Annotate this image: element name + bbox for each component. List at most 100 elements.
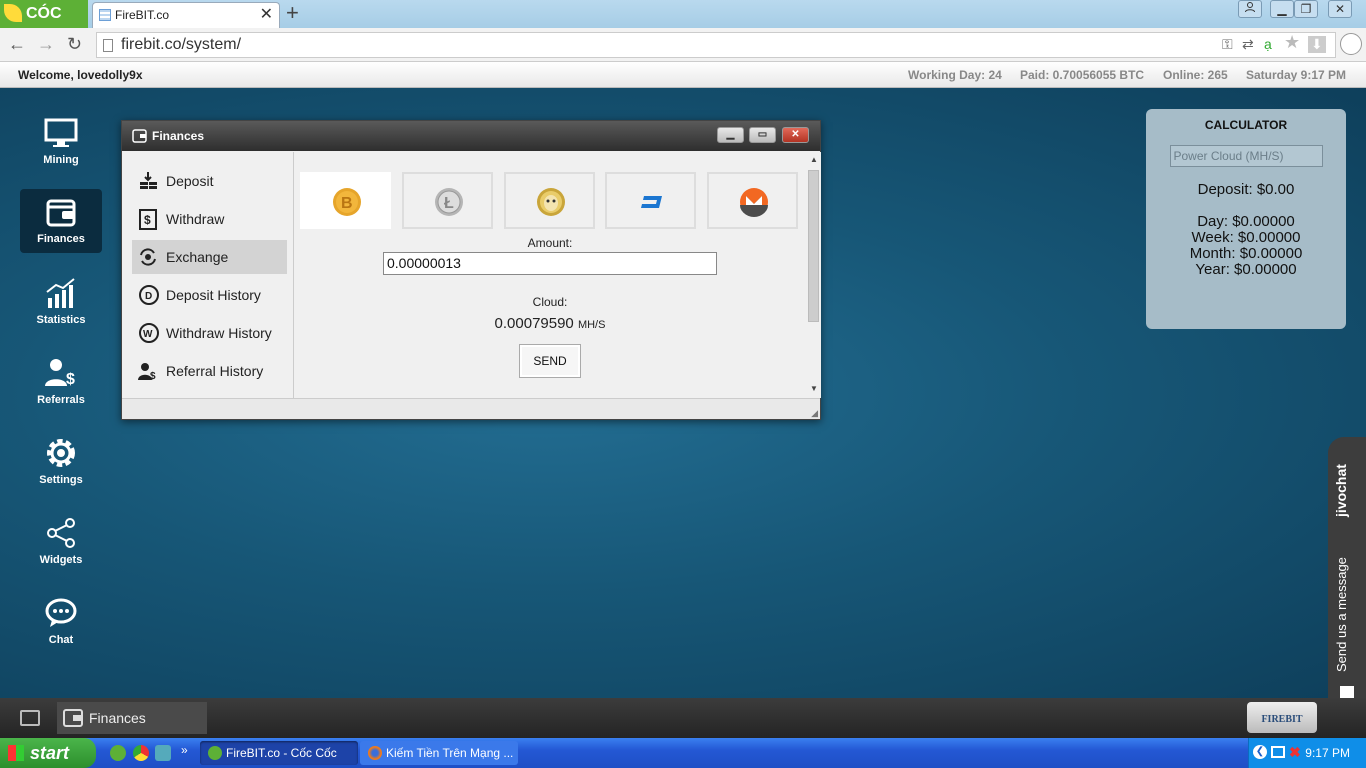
window-maximize-icon[interactable]: ▭: [749, 127, 776, 143]
coccoc-task-icon: [208, 746, 222, 760]
amount-input[interactable]: 0.00000013: [383, 252, 717, 275]
referral-user-icon: $: [45, 359, 75, 388]
send-button[interactable]: SEND: [520, 345, 580, 377]
start-label: start: [30, 743, 70, 763]
sidebar-item-widgets[interactable]: Widgets: [20, 510, 102, 574]
chevron-right-icon[interactable]: »: [181, 743, 188, 757]
os-task-coccoc[interactable]: FireBIT.co - Cốc Cốc: [200, 741, 358, 765]
datetime: Saturday 9:17 PM: [1246, 68, 1347, 82]
coin-monero[interactable]: [707, 172, 798, 229]
volume-muted-icon[interactable]: ✖: [1289, 744, 1301, 760]
firebit-logo[interactable]: FIREBIT: [1247, 702, 1317, 733]
site-taskbar: Finances FIREBIT: [0, 698, 1366, 738]
svg-text:$: $: [66, 371, 75, 388]
dictionary-icon[interactable]: ạ: [1264, 36, 1272, 52]
sidebar-item-statistics[interactable]: Statistics: [20, 270, 102, 334]
tab-close-icon[interactable]: ✕: [260, 3, 273, 27]
forward-arrow-icon[interactable]: →: [37, 34, 55, 55]
messenger-quicklaunch-icon[interactable]: [155, 745, 171, 761]
svg-text:$: $: [144, 213, 151, 227]
account-circle-icon[interactable]: [1340, 33, 1362, 55]
calculator-month: Month: $0.00000: [1189, 245, 1303, 262]
restore-window-icon[interactable]: ❐: [1294, 0, 1318, 18]
close-window-icon[interactable]: ✕: [1328, 0, 1352, 18]
scroll-thumb[interactable]: [808, 170, 819, 322]
coin-dash[interactable]: [605, 172, 696, 229]
translate-icon[interactable]: ⇄: [1242, 36, 1254, 53]
finances-scrollbar[interactable]: ▲ ▼: [806, 152, 821, 398]
reload-icon[interactable]: ↻: [67, 34, 82, 55]
taskbar-finances-label: Finances: [89, 710, 146, 726]
profile-icon[interactable]: [1238, 0, 1262, 18]
coins-stack-icon: [140, 172, 157, 189]
dash-icon: [641, 196, 662, 208]
menu-label-withdraw: Withdraw: [166, 211, 225, 227]
minimize-window-icon[interactable]: ▁: [1270, 0, 1294, 18]
window-minimize-icon[interactable]: ▁: [717, 127, 744, 143]
power-cloud-input[interactable]: [1169, 145, 1323, 167]
address-bar: ← → ↻ firebit.co/system/ ⚿ ⇄ ạ ★ ⬇: [0, 28, 1366, 62]
cloud-value: 0.00079590 MH/S: [295, 315, 805, 332]
firefox-task-icon: [368, 746, 382, 760]
jivochat-brand: jivochat: [1333, 464, 1349, 517]
browser-tabbar: CÓC CÓC FireBIT.co ✕ + ▁ ❐ ✕: [0, 0, 1366, 50]
sidebar-item-settings[interactable]: Settings: [20, 430, 102, 494]
browser-tab[interactable]: FireBIT.co ✕: [92, 2, 280, 28]
os-task-label-firefox: Kiếm Tiền Trên Mạng ...: [386, 746, 514, 760]
resize-grip-icon[interactable]: ◢: [811, 408, 818, 419]
coin-bitcoin[interactable]: B: [300, 172, 391, 229]
paid-amount: Paid: 0.70056055 BTC: [1020, 68, 1145, 82]
menu-label-deposit: Deposit: [166, 173, 214, 189]
svg-text:D: D: [145, 291, 152, 302]
sidebar-item-finances[interactable]: Finances: [20, 189, 102, 253]
chart-icon: [46, 278, 75, 308]
wallet-icon: [46, 199, 76, 227]
sidebar-item-chat[interactable]: Chat: [20, 590, 102, 654]
key-icon[interactable]: ⚿: [1222, 36, 1233, 53]
working-day: Working Day: 24: [908, 68, 1002, 82]
menu-item-referral-history[interactable]: $ Referral History: [132, 354, 287, 388]
welcome-text: Welcome, lovedolly9x: [18, 68, 143, 82]
os-task-firefox[interactable]: Kiếm Tiền Trên Mạng ...: [360, 741, 518, 765]
back-arrow-icon[interactable]: ←: [8, 34, 26, 55]
window-close-icon[interactable]: ✕: [782, 127, 809, 143]
svg-text:W: W: [143, 329, 153, 340]
taskbar-finances[interactable]: Finances: [57, 702, 207, 734]
menu-item-withdraw-history[interactable]: W Withdraw History: [132, 316, 287, 350]
coin-litecoin[interactable]: Ł: [402, 172, 493, 229]
finances-statusbar: ◢: [122, 398, 820, 419]
url-input[interactable]: firebit.co/system/: [96, 32, 1336, 58]
download-icon[interactable]: ⬇: [1308, 36, 1326, 53]
scroll-up-icon[interactable]: ▲: [810, 155, 818, 164]
menu-item-withdraw[interactable]: $ Withdraw: [132, 202, 287, 236]
cloud-label: Cloud:: [532, 295, 568, 309]
show-desktop-icon[interactable]: [20, 710, 40, 726]
start-button[interactable]: start: [0, 738, 96, 768]
coccoc-quicklaunch-icon[interactable]: [110, 745, 126, 761]
menu-item-deposit[interactable]: Deposit: [132, 164, 287, 198]
calculator-title: CALCULATOR: [1204, 118, 1288, 132]
os-taskbar: start » FireBIT.co - Cốc Cốc Kiếm Tiền T…: [0, 738, 1366, 768]
tab-favicon-icon: [99, 9, 111, 21]
withdraw-bill-icon: $: [139, 209, 157, 230]
chrome-quicklaunch-icon[interactable]: [133, 745, 149, 761]
calculator-week: Week: $0.00000: [1191, 229, 1301, 246]
tray-expand-icon[interactable]: ❮: [1253, 745, 1267, 759]
sidebar-item-mining[interactable]: Mining: [20, 110, 102, 174]
menu-item-exchange[interactable]: Exchange: [132, 240, 287, 274]
tab-title: FireBIT.co: [115, 8, 170, 22]
deposit-history-icon: D: [139, 285, 159, 305]
star-icon[interactable]: ★: [1284, 32, 1300, 53]
sidebar-item-referrals[interactable]: $ Referrals: [20, 350, 102, 414]
browser-logo[interactable]: CÓC CÓC: [0, 0, 88, 50]
scroll-down-icon[interactable]: ▼: [810, 384, 818, 393]
svg-text:B: B: [341, 195, 353, 212]
jivochat-widget[interactable]: jivochat Send us a message: [1328, 437, 1366, 715]
coin-dogecoin[interactable]: [504, 172, 595, 229]
new-tab-button[interactable]: +: [286, 2, 299, 24]
finances-titlebar[interactable]: Finances ▁ ▭ ✕: [122, 121, 820, 151]
calculator-deposit: Deposit: $0.00: [1197, 181, 1295, 198]
wallet-icon: [63, 709, 83, 727]
network-icon[interactable]: [1271, 746, 1285, 758]
menu-item-deposit-history[interactable]: D Deposit History: [132, 278, 287, 312]
